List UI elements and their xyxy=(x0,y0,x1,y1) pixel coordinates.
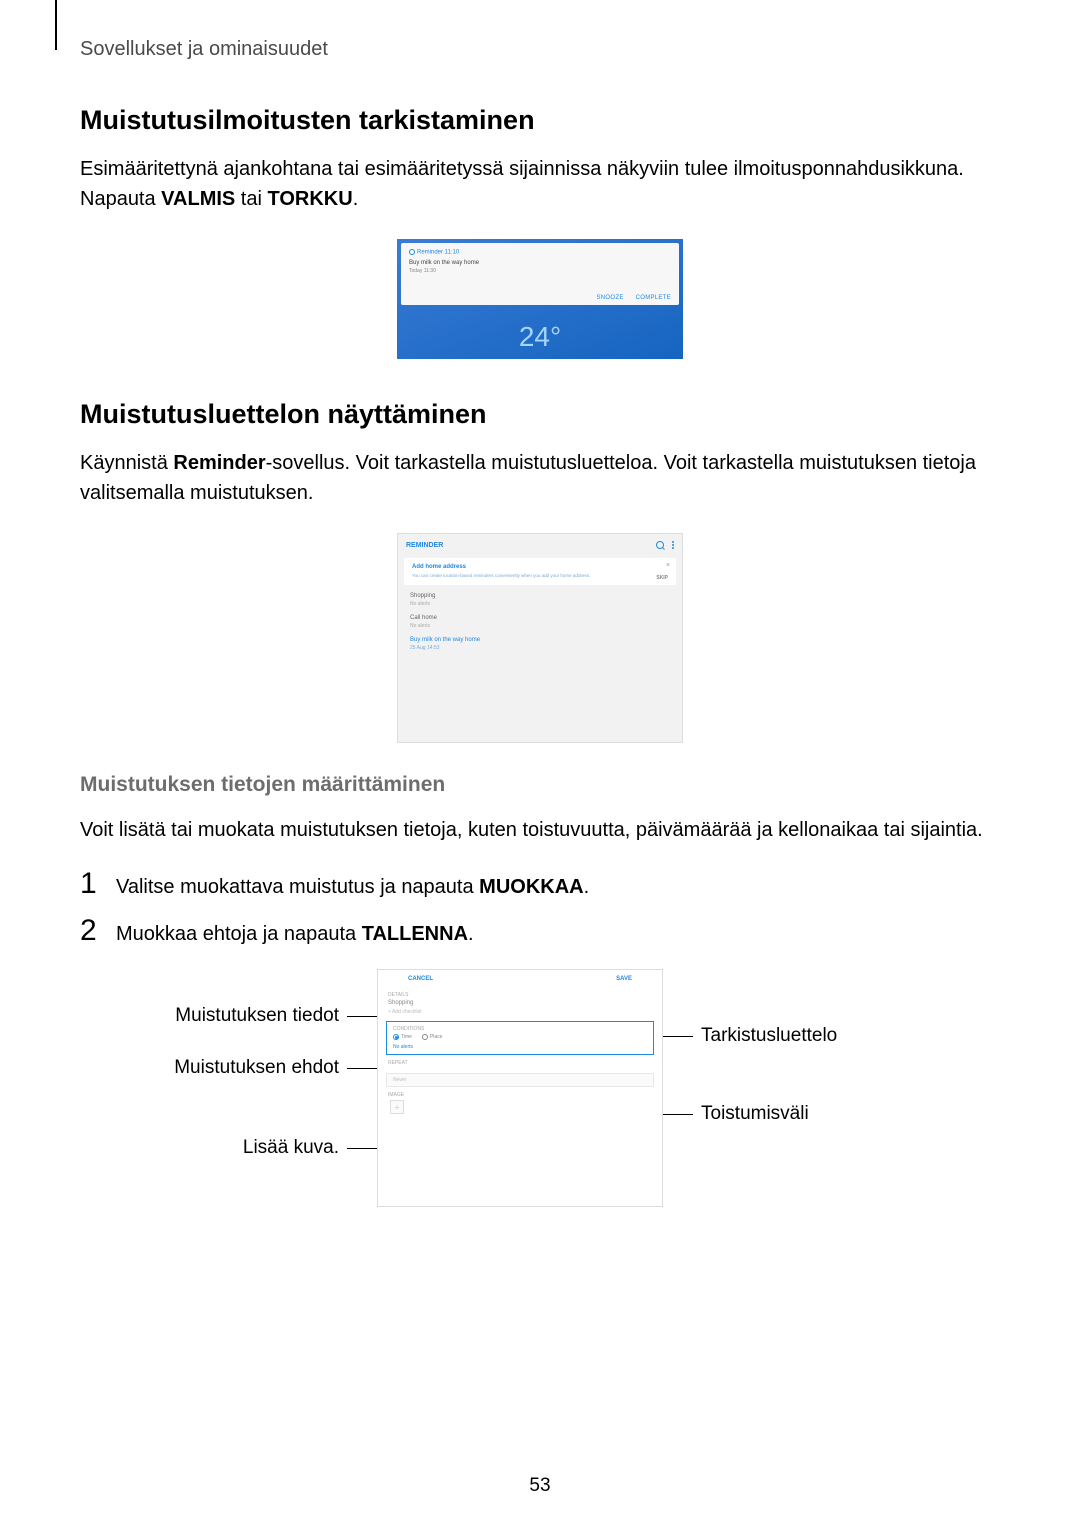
callout-checklist: Tarkistusluettelo xyxy=(663,1025,837,1047)
step-1: 1 Valitse muokattava muistutus ja napaut… xyxy=(80,867,1000,902)
notification-subtitle: Today 11:30 xyxy=(409,268,671,274)
conditions-section: CONDITIONS Time Place No alerts xyxy=(386,1021,654,1055)
item-sub: No alerts xyxy=(410,623,670,629)
add-checklist-button[interactable]: + Add checklist xyxy=(388,1009,652,1015)
section-label: DETAILS xyxy=(388,992,652,998)
repeat-value: Never xyxy=(393,1077,647,1083)
text: . xyxy=(353,188,359,210)
section-label: IMAGE xyxy=(388,1092,652,1098)
item-title: Buy milk on the way home xyxy=(410,637,670,643)
screenshot-notification: Reminder 11:10 Buy milk on the way home … xyxy=(397,239,683,359)
section3-paragraph: Voit lisätä tai muokata muistutuksen tie… xyxy=(80,815,1000,845)
page-content: Muistutusilmoitusten tarkistaminen Esimä… xyxy=(80,105,1000,1207)
snooze-button[interactable]: SNOOZE xyxy=(596,295,623,301)
complete-button[interactable]: COMPLETE xyxy=(636,295,671,301)
callout-repeat: Toistumisväli xyxy=(663,1103,809,1125)
item-sub: No alerts xyxy=(410,601,670,607)
edit-header: CANCEL SAVE xyxy=(378,970,662,988)
temperature-text: 24° xyxy=(397,321,683,353)
radio-label: Place xyxy=(430,1034,443,1040)
app-header: REMINDER xyxy=(398,534,682,556)
bold-text: TALLENNA xyxy=(362,923,468,945)
text: Käynnistä xyxy=(80,452,173,474)
repeat-select[interactable]: Never xyxy=(386,1073,654,1087)
text: tai xyxy=(235,188,267,210)
text: . xyxy=(584,876,590,898)
item-title: Shopping xyxy=(410,593,670,599)
more-icon[interactable] xyxy=(672,541,674,549)
callout-text: Lisää kuva. xyxy=(243,1137,339,1159)
notification-app-line: Reminder 11:10 xyxy=(409,249,671,256)
save-button[interactable]: SAVE xyxy=(616,976,632,982)
bold-text: VALMIS xyxy=(161,188,235,210)
image-section: IMAGE + xyxy=(378,1089,662,1117)
notification-card: Reminder 11:10 Buy milk on the way home … xyxy=(401,243,679,305)
add-image-button[interactable]: + xyxy=(390,1100,404,1114)
text: . xyxy=(468,923,474,945)
radio-time[interactable]: Time xyxy=(393,1034,412,1040)
page-margin-mark xyxy=(55,0,57,50)
list-item[interactable]: Shopping No alerts xyxy=(410,593,670,607)
radio-label: Time xyxy=(401,1034,412,1040)
breadcrumb: Sovellukset ja ominaisuudet xyxy=(80,38,328,61)
bold-text: Reminder xyxy=(173,452,265,474)
radio-place[interactable]: Place xyxy=(422,1034,443,1040)
list-item[interactable]: Buy milk on the way home 25 Aug 14:53 xyxy=(410,637,670,651)
list-item[interactable]: Call home No alerts xyxy=(410,615,670,629)
notification-title: Buy milk on the way home xyxy=(409,260,671,266)
callout-text: Muistutuksen tiedot xyxy=(175,1005,339,1027)
header-icons xyxy=(656,541,674,549)
page-number: 53 xyxy=(0,1475,1080,1497)
app-title: REMINDER xyxy=(406,542,443,549)
screenshot-edit-reminder: CANCEL SAVE DETAILS Shopping + Add check… xyxy=(377,969,663,1207)
screenshot-reminder-list: REMINDER Add home address You can create… xyxy=(397,533,683,743)
text: Reminder 11:10 xyxy=(417,250,459,256)
callout-text: Toistumisväli xyxy=(701,1103,809,1125)
bold-text: MUOKKAA xyxy=(479,876,583,898)
details-value[interactable]: Shopping xyxy=(388,1000,652,1006)
item-sub: 25 Aug 14:53 xyxy=(410,645,670,651)
text: Valitse muokattava muistutus ja napauta xyxy=(116,876,479,898)
item-title: Call home xyxy=(410,615,670,621)
screenshot-edit-wrap: CANCEL SAVE DETAILS Shopping + Add check… xyxy=(170,969,870,1207)
section-label: REPEAT xyxy=(388,1060,652,1066)
section-label: CONDITIONS xyxy=(393,1026,647,1032)
step-text: Valitse muokattava muistutus ja napauta … xyxy=(116,872,589,902)
radio-group: Time Place xyxy=(393,1034,647,1040)
steps-list: 1 Valitse muokattava muistutus ja napaut… xyxy=(80,867,1000,949)
callout-conditions: Muistutuksen ehdot xyxy=(174,1057,377,1079)
cancel-button[interactable]: CANCEL xyxy=(408,976,433,982)
section3-heading: Muistutuksen tietojen määrittäminen xyxy=(80,773,1000,797)
repeat-section: REPEAT xyxy=(378,1057,662,1071)
callout-text: Muistutuksen ehdot xyxy=(174,1057,339,1079)
card-desc: You can create location-based reminders … xyxy=(412,573,668,579)
add-home-card[interactable]: Add home address You can create location… xyxy=(404,558,676,585)
details-section: DETAILS Shopping + Add checklist xyxy=(378,988,662,1019)
step-number: 2 xyxy=(80,914,116,948)
section1-heading: Muistutusilmoitusten tarkistaminen xyxy=(80,105,1000,136)
step-number: 1 xyxy=(80,867,116,901)
section1-paragraph: Esimääritettynä ajankohtana tai esimääri… xyxy=(80,154,1000,214)
bold-text: TORKKU xyxy=(268,188,353,210)
search-icon[interactable] xyxy=(656,541,664,549)
notification-buttons: SNOOZE COMPLETE xyxy=(586,295,671,301)
skip-button[interactable]: SKIP xyxy=(656,575,668,581)
reminder-icon xyxy=(409,249,415,255)
no-alerts-text[interactable]: No alerts xyxy=(393,1044,647,1050)
step-2: 2 Muokkaa ehtoja ja napauta TALLENNA. xyxy=(80,914,1000,949)
card-title: Add home address xyxy=(412,564,668,570)
text: Muokkaa ehtoja ja napauta xyxy=(116,923,362,945)
section2-heading: Muistutusluettelon näyttäminen xyxy=(80,399,1000,430)
callout-image: Lisää kuva. xyxy=(243,1137,377,1159)
close-icon[interactable]: × xyxy=(666,562,670,569)
callout-text: Tarkistusluettelo xyxy=(701,1025,837,1047)
callout-details: Muistutuksen tiedot xyxy=(175,1005,377,1027)
section2-paragraph: Käynnistä Reminder-sovellus. Voit tarkas… xyxy=(80,448,1000,508)
step-text: Muokkaa ehtoja ja napauta TALLENNA. xyxy=(116,919,474,949)
